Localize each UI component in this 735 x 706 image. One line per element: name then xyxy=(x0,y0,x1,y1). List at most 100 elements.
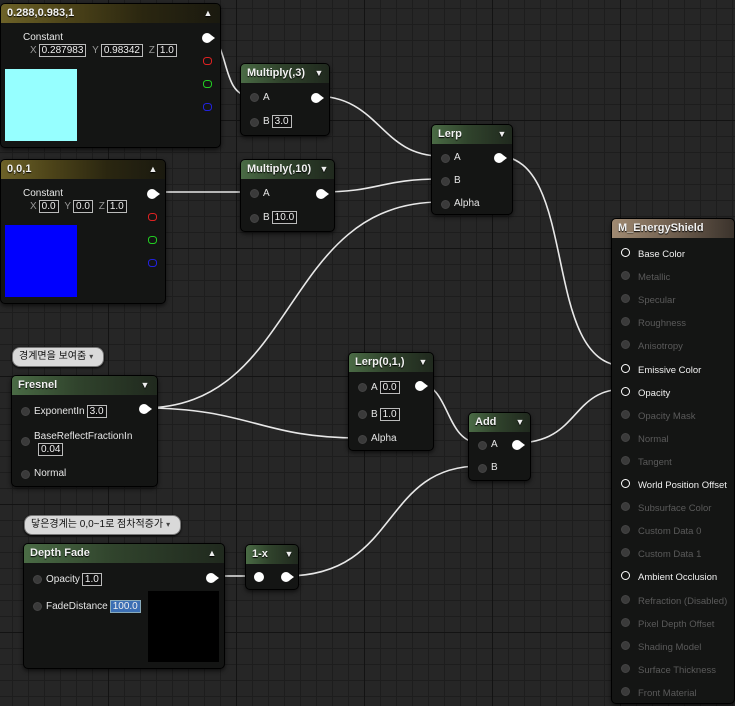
b-value-field[interactable]: 10.0 xyxy=(271,211,298,224)
input-pin-b[interactable] xyxy=(441,177,450,186)
output-pin-b[interactable] xyxy=(203,103,212,111)
output-pin[interactable] xyxy=(139,404,152,414)
x-field[interactable]: 0.0 xyxy=(38,200,59,213)
node-header[interactable]: Lerp(0,1,) ▼ xyxy=(349,353,433,372)
output-pin[interactable] xyxy=(206,573,219,583)
fresnel-node[interactable]: Fresnel ▼ ExponentIn 3.0 BaseReflectFracti… xyxy=(11,375,158,487)
node-header[interactable]: Multiply(,10) ▼ xyxy=(241,160,334,179)
input-pin-icon[interactable] xyxy=(621,248,630,257)
input-pin-icon[interactable] xyxy=(621,571,630,581)
b-value-field[interactable]: 1.0 xyxy=(379,408,400,421)
fresnel-comment-bubble[interactable]: 경계면을 보여줌 ▾ xyxy=(12,347,105,367)
collapse-chevron-icon[interactable]: ▼ xyxy=(317,160,331,179)
output-pin-g[interactable] xyxy=(148,236,157,244)
opacity-value-field[interactable]: 1.0 xyxy=(81,573,102,586)
add-node[interactable]: Add ▼ A B xyxy=(468,412,531,481)
input-pin-icon[interactable] xyxy=(621,594,630,604)
material-result-node[interactable]: M_EnergyShield Base Color Metallic Specula… xyxy=(611,218,735,704)
output-pin-r[interactable] xyxy=(203,57,212,65)
collapse-chevron-icon[interactable]: ▼ xyxy=(312,64,326,83)
collapse-chevron-icon[interactable]: ▲ xyxy=(146,160,160,179)
output-pin[interactable] xyxy=(415,381,428,391)
comment-pin-icon[interactable]: ▾ xyxy=(166,517,174,529)
one-minus-node[interactable]: 1-x ▼ xyxy=(245,544,299,590)
input-pin-normal[interactable] xyxy=(21,470,30,479)
z-field[interactable]: 1.0 xyxy=(106,200,127,213)
input-pin-icon[interactable] xyxy=(621,548,630,558)
input-pin-icon[interactable] xyxy=(621,640,630,650)
comment-pin-icon[interactable]: ▾ xyxy=(89,349,97,361)
base-reflect-value-field[interactable]: 0.04 xyxy=(38,443,64,456)
input-pin-a[interactable] xyxy=(250,93,259,102)
input-pin-icon[interactable] xyxy=(621,479,630,488)
input-pin-icon[interactable] xyxy=(621,525,630,535)
input-pin-alpha[interactable] xyxy=(358,435,367,444)
output-pin-rgb[interactable] xyxy=(147,189,160,199)
constant-node-blue[interactable]: 0,0,1 ▲ Constant X 0.0 Y 0.0 Z 1.0 xyxy=(0,159,166,304)
collapse-chevron-icon[interactable]: ▼ xyxy=(495,125,509,144)
input-pin-icon[interactable] xyxy=(621,502,630,512)
input-pin-icon[interactable] xyxy=(621,386,630,396)
output-pin-rgb[interactable] xyxy=(202,33,215,43)
input-pin-b[interactable] xyxy=(250,214,259,223)
output-pin[interactable] xyxy=(316,189,329,199)
input-pin-icon[interactable] xyxy=(621,294,630,304)
multiply-node-10[interactable]: Multiply(,10) ▼ A B 10.0 xyxy=(240,159,335,232)
output-pin[interactable] xyxy=(512,440,525,450)
input-pin-icon[interactable] xyxy=(621,363,630,373)
input-pin[interactable] xyxy=(254,572,264,582)
node-header[interactable]: Fresnel ▼ xyxy=(12,376,157,395)
depth-fade-node[interactable]: Depth Fade ▲ Opacity 1.0 FadeDistance 100.0 xyxy=(23,543,225,669)
depthfade-comment-bubble[interactable]: 닿은경계는 0,0~1로 점차적증가 ▾ xyxy=(24,515,182,535)
multiply-node-3[interactable]: Multiply(,3) ▼ A B 3.0 xyxy=(240,63,330,136)
input-pin-icon[interactable] xyxy=(621,455,630,465)
a-value-field[interactable]: 0.0 xyxy=(379,381,400,394)
collapse-chevron-icon[interactable]: ▼ xyxy=(513,413,527,432)
node-header[interactable]: 0,0,1 ▲ xyxy=(1,160,165,179)
input-pin-b[interactable] xyxy=(478,464,487,473)
input-pin-a[interactable] xyxy=(250,189,259,198)
collapse-chevron-icon[interactable]: ▲ xyxy=(201,4,215,23)
collapse-chevron-icon[interactable]: ▼ xyxy=(138,376,152,395)
collapse-chevron-icon[interactable]: ▲ xyxy=(205,544,219,563)
input-pin-b[interactable] xyxy=(250,118,259,127)
input-pin-exponent[interactable] xyxy=(21,407,30,416)
node-header[interactable]: Add ▼ xyxy=(469,413,530,432)
lerp-node-0-1[interactable]: Lerp(0,1,) ▼ A 0.0 B 1.0 Alpha xyxy=(348,352,434,451)
output-pin[interactable] xyxy=(494,153,507,163)
input-pin-fade-distance[interactable] xyxy=(33,602,42,611)
node-header[interactable]: Multiply(,3) ▼ xyxy=(241,64,329,83)
node-header[interactable]: Depth Fade ▲ xyxy=(24,544,224,563)
input-pin-b[interactable] xyxy=(358,410,367,419)
node-header[interactable]: 0.288,0.983,1 ▲ xyxy=(1,4,220,23)
z-field[interactable]: 1.0 xyxy=(156,44,177,57)
output-pin[interactable] xyxy=(311,93,324,103)
constant-node-cyan[interactable]: 0.288,0.983,1 ▲ Constant X 0.287983 Y 0.983… xyxy=(0,3,221,148)
input-pin-icon[interactable] xyxy=(621,340,630,350)
input-pin-opacity[interactable] xyxy=(33,575,42,584)
node-header[interactable]: 1-x ▼ xyxy=(246,545,298,564)
node-header[interactable]: M_EnergyShield xyxy=(612,219,734,238)
input-pin-icon[interactable] xyxy=(621,617,630,627)
input-pin-icon[interactable] xyxy=(621,663,630,673)
input-pin-a[interactable] xyxy=(358,383,367,392)
lerp-node[interactable]: Lerp ▼ A B Alpha xyxy=(431,124,513,215)
collapse-chevron-icon[interactable]: ▼ xyxy=(416,353,430,372)
input-pin-a[interactable] xyxy=(441,154,450,163)
input-pin-icon[interactable] xyxy=(621,686,630,696)
b-value-field[interactable]: 3.0 xyxy=(271,115,292,128)
y-field[interactable]: 0.98342 xyxy=(100,44,143,57)
collapse-chevron-icon[interactable]: ▼ xyxy=(282,545,296,564)
input-pin-icon[interactable] xyxy=(621,409,630,419)
input-pin-a[interactable] xyxy=(478,441,487,450)
input-pin-base-reflect[interactable] xyxy=(21,437,30,446)
input-pin-alpha[interactable] xyxy=(441,200,450,209)
fade-distance-value-field[interactable]: 100.0 xyxy=(109,600,141,613)
output-pin-b[interactable] xyxy=(148,259,157,267)
y-field[interactable]: 0.0 xyxy=(73,200,93,213)
output-pin-g[interactable] xyxy=(203,80,212,88)
input-pin-icon[interactable] xyxy=(621,432,630,442)
input-pin-icon[interactable] xyxy=(621,317,630,327)
output-pin-r[interactable] xyxy=(148,213,157,221)
input-pin-icon[interactable] xyxy=(621,271,630,281)
